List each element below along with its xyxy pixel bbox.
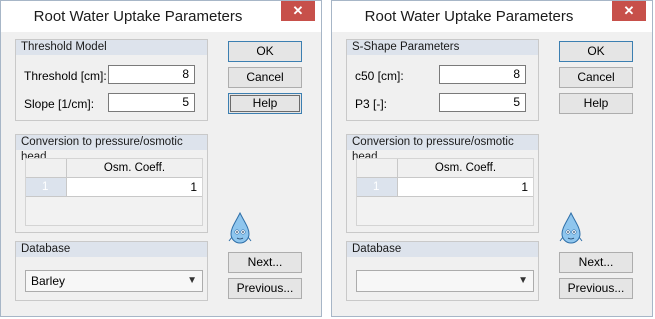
grid-column-header: Osm. Coeff. — [434, 162, 497, 174]
ok-button[interactable]: OK — [228, 41, 302, 62]
osm-coeff-cell[interactable]: 1 — [67, 178, 202, 196]
window-title: Root Water Uptake Parameters — [364, 8, 574, 25]
conversion-group: Conversion to pressure/osmotic head Osm.… — [15, 134, 208, 233]
params-group: S-Shape Parameters c50 [cm]: 8 P3 [-]: 5 — [346, 39, 539, 121]
osm-coeff-grid: Osm. Coeff. 1 1 — [356, 158, 534, 226]
ok-button[interactable]: OK — [559, 41, 633, 62]
help-button[interactable]: Help — [228, 93, 302, 114]
next-button[interactable]: Next... — [228, 252, 302, 273]
conversion-group: Conversion to pressure/osmotic head Osm.… — [346, 134, 539, 233]
previous-button[interactable]: Previous... — [228, 278, 302, 299]
previous-button[interactable]: Previous... — [559, 278, 633, 299]
chevron-down-icon: ▼ — [187, 275, 197, 286]
chevron-down-icon: ▼ — [518, 275, 528, 286]
grid-header-row: Osm. Coeff. — [26, 159, 202, 178]
database-select[interactable]: Barley ▼ — [25, 270, 203, 292]
slope-label: Slope [1/cm]: — [24, 97, 95, 111]
row-number: 1 — [357, 178, 398, 196]
root-water-uptake-dialog-threshold: Root Water Uptake Parameters ✕ Threshold… — [0, 0, 322, 317]
conversion-group-header: Conversion to pressure/osmotic head — [16, 135, 207, 163]
title-bar: Root Water Uptake Parameters ✕ — [332, 1, 652, 32]
database-group: Database Barley ▼ — [15, 241, 208, 301]
c50-label: c50 [cm]: — [355, 69, 404, 83]
params-group-header: S-Shape Parameters — [347, 40, 538, 55]
database-group-header: Database — [16, 242, 207, 257]
database-selected-value: Barley — [31, 274, 66, 288]
window-title: Root Water Uptake Parameters — [33, 8, 243, 25]
cancel-button[interactable]: Cancel — [228, 67, 302, 88]
grid-header-row: Osm. Coeff. — [357, 159, 533, 178]
grid-corner — [26, 159, 67, 177]
row-number: 1 — [26, 178, 67, 196]
close-button[interactable]: ✕ — [612, 1, 646, 21]
database-select[interactable]: ▼ — [356, 270, 534, 292]
osm-coeff-cell[interactable]: 1 — [398, 178, 533, 196]
database-group-header: Database — [347, 242, 538, 257]
title-bar: Root Water Uptake Parameters ✕ — [1, 1, 321, 32]
close-icon: ✕ — [292, 3, 304, 18]
params-group: Threshold Model Threshold [cm]: 8 Slope … — [15, 39, 208, 121]
close-button[interactable]: ✕ — [281, 1, 315, 21]
water-drop-mascot-icon — [228, 211, 252, 244]
osm-coeff-grid: Osm. Coeff. 1 1 — [25, 158, 203, 226]
database-group: Database ▼ — [346, 241, 539, 301]
slope-input[interactable]: 5 — [108, 93, 195, 112]
threshold-input[interactable]: 8 — [108, 65, 195, 84]
threshold-label: Threshold [cm]: — [24, 69, 107, 83]
params-group-header: Threshold Model — [16, 40, 207, 55]
grid-column-header: Osm. Coeff. — [103, 162, 166, 174]
table-row: 1 1 — [26, 178, 202, 197]
root-water-uptake-dialog-sshape: Root Water Uptake Parameters ✕ S-Shape P… — [331, 0, 653, 317]
conversion-group-header: Conversion to pressure/osmotic head — [347, 135, 538, 163]
p3-label: P3 [-]: — [355, 97, 388, 111]
cancel-button[interactable]: Cancel — [559, 67, 633, 88]
next-button[interactable]: Next... — [559, 252, 633, 273]
water-drop-mascot-icon — [559, 211, 583, 244]
table-row: 1 1 — [357, 178, 533, 197]
p3-input[interactable]: 5 — [439, 93, 526, 112]
close-icon: ✕ — [623, 3, 635, 18]
grid-corner — [357, 159, 398, 177]
c50-input[interactable]: 8 — [439, 65, 526, 84]
help-button[interactable]: Help — [559, 93, 633, 114]
